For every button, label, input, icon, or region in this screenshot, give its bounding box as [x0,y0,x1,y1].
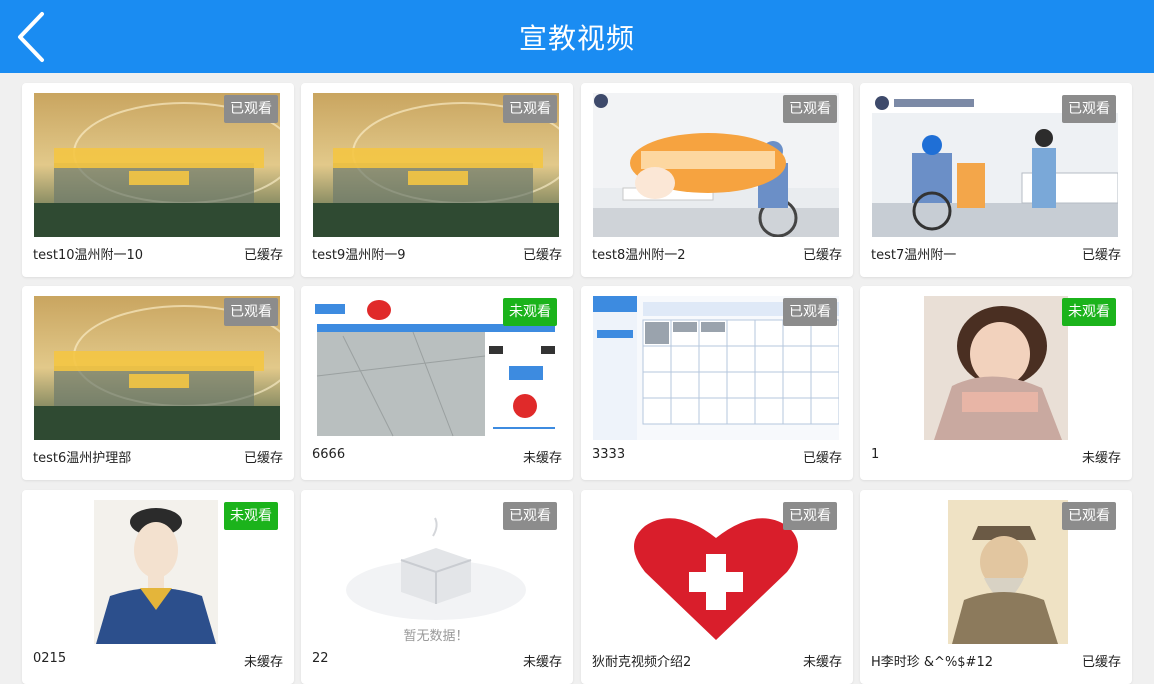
video-card[interactable]: 已观看 H李时珍 &^%$#12 已缓存 [860,490,1132,684]
video-title: 1 [871,447,880,462]
cache-status: 已缓存 [802,248,842,263]
watch-status-badge: 已观看 [224,95,278,123]
video-card[interactable]: 已观看 test6温州护理部 已缓存 [22,286,294,480]
cache-status: 已缓存 [1081,655,1121,670]
video-card[interactable]: 已观看 test10温州附一10 已缓存 [22,83,294,277]
watch-status-badge: 已观看 [503,502,557,530]
watch-status-badge: 已观看 [1062,95,1116,123]
video-title: 3333 [592,447,626,462]
video-title: 6666 [312,447,346,462]
video-card[interactable]: 已观看 3333 已缓存 [581,286,853,480]
video-title: test10温州附一10 [33,248,144,263]
cache-status: 未缓存 [522,451,562,466]
video-title: test6温州护理部 [33,451,132,466]
video-card[interactable]: 暂无数据！ 已观看 22 未缓存 [301,490,573,684]
cache-status: 已缓存 [522,248,562,263]
watch-status-badge: 已观看 [783,502,837,530]
cache-status: 未缓存 [243,655,283,670]
video-card[interactable]: 已观看 狄耐克视频介绍2 未缓存 [581,490,853,684]
cache-status: 已缓存 [243,248,283,263]
cache-status: 未缓存 [1081,451,1121,466]
watch-status-badge: 已观看 [224,298,278,326]
video-card[interactable]: 已观看 test7温州附一 已缓存 [860,83,1132,277]
watch-status-badge: 已观看 [783,95,837,123]
cache-status: 已缓存 [243,451,283,466]
video-title: 22 [312,651,329,666]
video-card[interactable]: 已观看 test9温州附一9 已缓存 [301,83,573,277]
cache-status: 已缓存 [802,451,842,466]
watch-status-badge: 未观看 [224,502,278,530]
video-title: H李时珍 &^%$#12 [871,655,993,670]
video-card[interactable]: 未观看 6666 未缓存 [301,286,573,480]
watch-status-badge: 已观看 [503,95,557,123]
video-title: test8温州附一2 [592,248,686,263]
video-card[interactable]: 未观看 0215 未缓存 [22,490,294,684]
video-title: test9温州附一9 [312,248,406,263]
page-title: 宣教视频 [518,22,635,55]
watch-status-badge: 未观看 [503,298,557,326]
cache-status: 已缓存 [1081,248,1121,263]
video-title: 0215 [33,651,67,666]
watch-status-badge: 已观看 [1062,502,1116,530]
top-app-bar: 宣教视频 [0,0,1154,73]
video-card[interactable]: 已观看 test8温州附一2 已缓存 [581,83,853,277]
video-title: test7温州附一 [871,248,957,263]
video-title: 狄耐克视频介绍2 [592,655,692,670]
empty-data-caption: 暂无数据！ [403,629,468,644]
watch-status-badge: 已观看 [783,298,837,326]
cache-status: 未缓存 [522,655,562,670]
video-card[interactable]: 未观看 1 未缓存 [860,286,1132,480]
cache-status: 未缓存 [802,655,842,670]
watch-status-badge: 未观看 [1062,298,1116,326]
